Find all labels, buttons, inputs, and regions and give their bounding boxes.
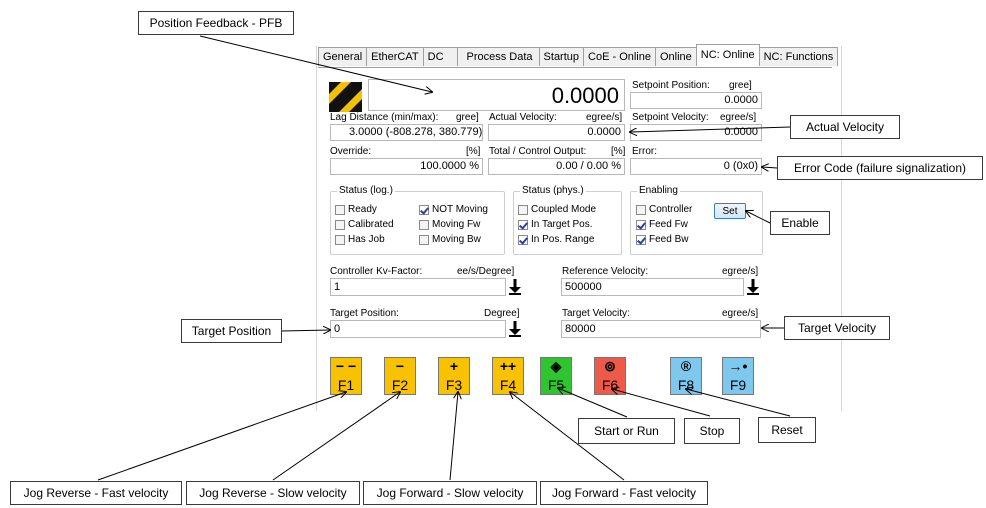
callout-reset: Reset — [758, 417, 816, 443]
callout-jog-forward-fast: Jog Forward - Fast velocity — [540, 481, 708, 505]
callout-enable: Enable — [770, 211, 830, 235]
callout-error-code: Error Code (failure signalization) — [777, 156, 983, 180]
callout-jog-forward-slow: Jog Forward - Slow velocity — [363, 481, 537, 505]
callout-target-velocity: Target Velocity — [784, 316, 890, 340]
callout-stop: Stop — [684, 418, 740, 444]
callout-start-run: Start or Run — [578, 418, 675, 444]
callout-target-position: Target Position — [181, 319, 282, 343]
callout-jog-reverse-fast: Jog Reverse - Fast velocity — [10, 481, 182, 505]
annotation-arrows — [97, 35, 791, 481]
callout-position-feedback: Position Feedback - PFB — [138, 11, 294, 35]
callout-actual-velocity: Actual Velocity — [790, 115, 900, 139]
callout-jog-reverse-slow: Jog Reverse - Slow velocity — [186, 481, 360, 505]
